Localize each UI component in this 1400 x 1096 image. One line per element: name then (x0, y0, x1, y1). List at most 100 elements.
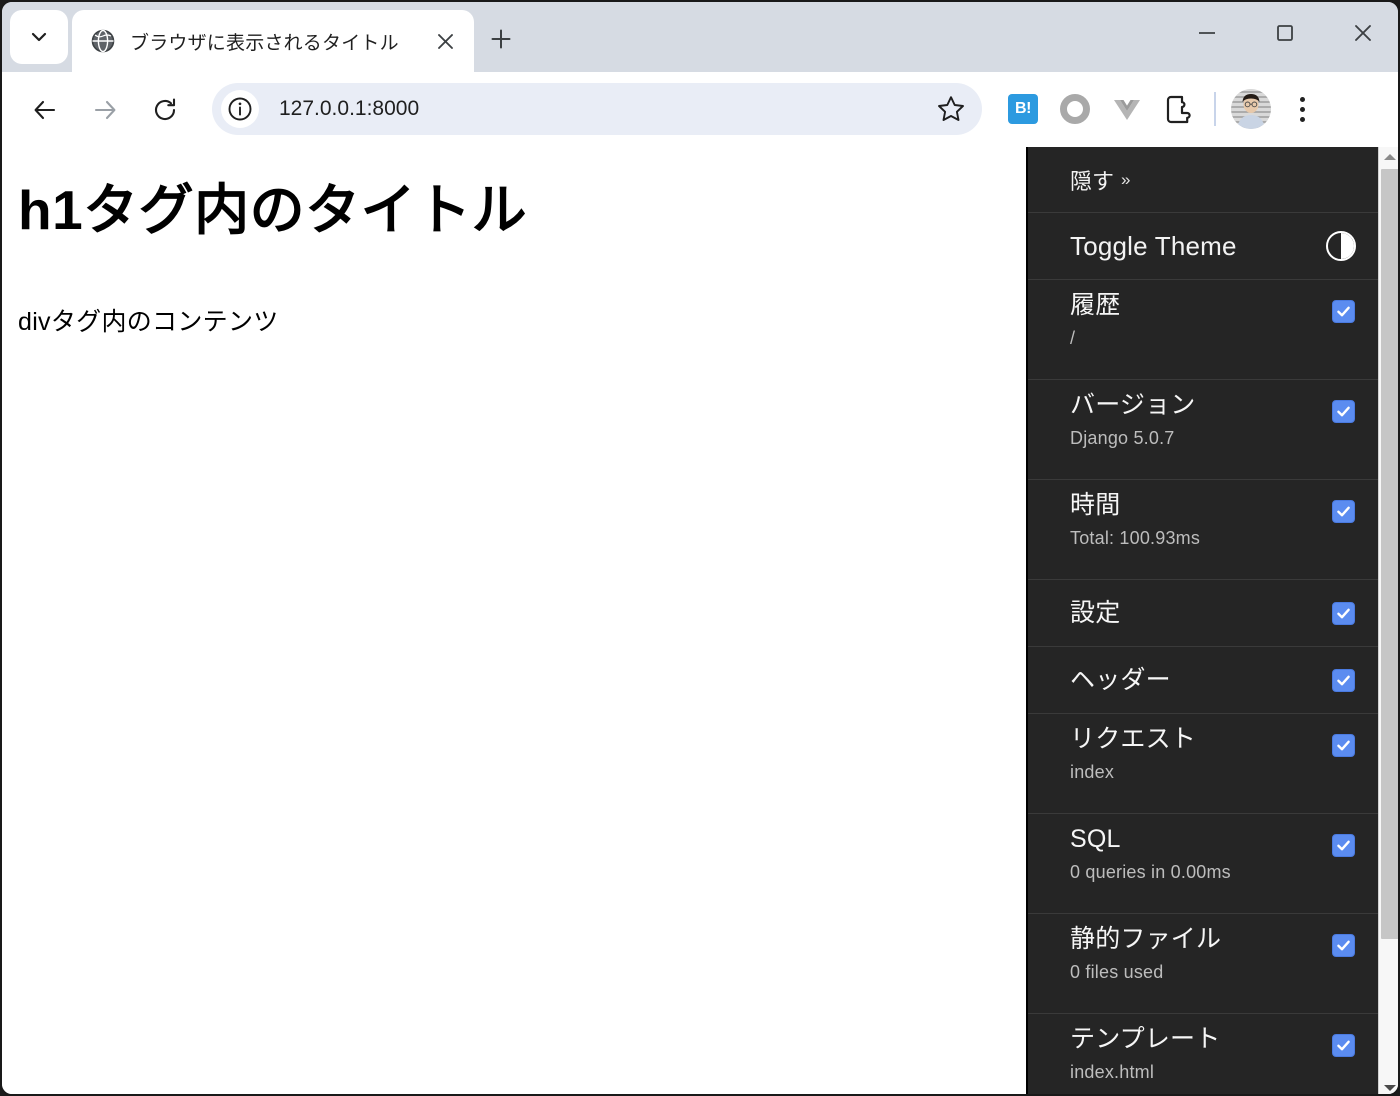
debug-panel-texts: 履歴 / (1070, 280, 1332, 379)
forward-button[interactable] (82, 87, 128, 133)
debug-panel-checkbox-wrap (1332, 814, 1356, 913)
circle-ring-icon (1060, 94, 1090, 124)
debug-panel-title: テンプレート (1070, 1025, 1221, 1053)
debug-panel-checkbox-wrap (1332, 580, 1356, 646)
minimize-button[interactable] (1168, 2, 1246, 64)
page-viewport: h1タグ内のタイトル divタグ内のコンテンツ 隠す » Toggle Them… (2, 147, 1398, 1094)
address-bar[interactable]: 127.0.0.1:8000 (212, 83, 982, 135)
toggle-theme-button[interactable]: Toggle Theme (1028, 213, 1378, 280)
debug-panel-title: ヘッダー (1070, 666, 1171, 695)
vue-devtools-extension[interactable] (1101, 83, 1153, 135)
debug-panel-texts: バージョン Django 5.0.7 (1070, 380, 1332, 479)
debug-panel-texts: 設定 (1070, 580, 1332, 646)
reload-button[interactable] (142, 87, 188, 133)
hide-label: 隠す (1070, 168, 1115, 194)
maximize-button[interactable] (1246, 2, 1324, 64)
debug-panel-checkbox-wrap (1332, 914, 1356, 1013)
page-body-text: divタグ内のコンテンツ (18, 308, 279, 337)
debug-panel-checkbox[interactable] (1332, 300, 1355, 323)
debug-panel-checkbox[interactable] (1332, 1034, 1355, 1057)
debug-panel-subtitle: 0 queries in 0.00ms (1070, 862, 1231, 883)
close-icon[interactable] (428, 24, 462, 58)
vue-v-icon (1114, 100, 1140, 120)
debug-panel-row[interactable]: バージョン Django 5.0.7 (1028, 380, 1378, 480)
debug-panel-row[interactable]: 履歴 / (1028, 280, 1378, 380)
new-tab-button[interactable] (480, 20, 522, 62)
debug-panel-checkbox[interactable] (1332, 934, 1355, 957)
tab-search-button[interactable] (10, 10, 68, 64)
menu-dot (1299, 96, 1305, 102)
debug-panel-subtitle: Django 5.0.7 (1070, 428, 1175, 449)
double-chevron-right-icon: » (1121, 169, 1131, 189)
debug-panel-row[interactable]: 設定 (1028, 580, 1378, 647)
site-info-icon[interactable] (221, 90, 259, 128)
extensions-puzzle-icon[interactable] (1153, 83, 1205, 135)
reload-icon (155, 97, 176, 120)
debug-panel-checkbox-wrap (1332, 280, 1356, 379)
circle-ring-extension[interactable] (1049, 83, 1101, 135)
bookmark-star-icon[interactable] (928, 86, 974, 132)
arrow-left-icon (34, 100, 56, 119)
close-window-icon (1355, 25, 1371, 41)
debug-panel-checkbox[interactable] (1332, 834, 1355, 857)
toggle-theme-label: Toggle Theme (1070, 230, 1237, 261)
debug-panel-checkbox[interactable] (1332, 601, 1355, 625)
maximize-icon (1277, 25, 1293, 41)
browser-window: ブラウザに表示されるタイトル 127.0.0.1:8000 B! h1タグ内のタ… (0, 0, 1400, 1096)
hatena-icon: B! (1008, 94, 1038, 124)
debug-panel-checkbox-wrap (1332, 1014, 1356, 1094)
debug-panel-checkbox-wrap (1332, 714, 1356, 813)
debug-panel-subtitle: Total: 100.93ms (1070, 528, 1201, 549)
debug-panel-texts: テンプレート index.html (1070, 1014, 1332, 1094)
debug-panel-subtitle: index (1070, 762, 1115, 783)
debug-panel-texts: 時間 Total: 100.93ms (1070, 480, 1332, 579)
chrome-menu-button[interactable] (1277, 84, 1327, 134)
close-window-button[interactable] (1324, 2, 1398, 64)
debug-panel-checkbox[interactable] (1332, 500, 1355, 523)
back-button[interactable] (22, 87, 68, 133)
minimize-icon (1199, 32, 1215, 34)
debug-panel-list: 履歴 / バージョン Django 5.0.7 時間 Total: 100.93ms 設定ヘ… (1028, 280, 1378, 1094)
debug-panel-subtitle: index.html (1070, 1062, 1155, 1083)
debug-panel-title: 設定 (1070, 599, 1121, 628)
debug-panel-subtitle: / (1070, 328, 1076, 349)
debug-panel-checkbox-wrap (1332, 380, 1356, 479)
debug-panel-title: 静的ファイル (1070, 925, 1222, 953)
debug-panel-title: 時間 (1070, 491, 1121, 519)
tab-strip: ブラウザに表示されるタイトル (2, 2, 1398, 72)
debug-panel-checkbox[interactable] (1332, 400, 1355, 423)
menu-dot (1299, 116, 1305, 122)
debug-panel-row[interactable]: テンプレート index.html (1028, 1014, 1378, 1094)
page-content: h1タグ内のタイトル divタグ内のコンテンツ (2, 147, 1026, 355)
debug-panel-title: バージョン (1070, 391, 1196, 419)
debug-panel-row[interactable]: リクエスト index (1028, 714, 1378, 814)
scroll-up-arrow[interactable] (1379, 147, 1398, 167)
url-text[interactable]: 127.0.0.1:8000 (279, 97, 928, 121)
debug-panel-row[interactable]: ヘッダー (1028, 647, 1378, 714)
debug-panel-row[interactable]: 時間 Total: 100.93ms (1028, 480, 1378, 580)
debug-toolbar-hide-button[interactable]: 隠す » (1028, 147, 1378, 213)
toolbar-divider (1214, 92, 1216, 126)
debug-panel-checkbox-wrap (1332, 647, 1356, 713)
django-debug-toolbar: 隠す » Toggle Theme 履歴 / バージョン Django 5.0.7 時間… (1026, 147, 1398, 1094)
browser-tab[interactable]: ブラウザに表示されるタイトル (72, 10, 474, 72)
debug-panel-title: リクエスト (1070, 725, 1197, 753)
page-scrollbar[interactable] (1378, 147, 1398, 1094)
profile-avatar[interactable] (1225, 83, 1277, 135)
debug-panel-row[interactable]: SQL 0 queries in 0.00ms (1028, 814, 1378, 914)
scrollbar-thumb[interactable] (1381, 169, 1398, 939)
hatena-bookmark-extension[interactable]: B! (997, 83, 1049, 135)
window-controls (1168, 2, 1398, 64)
chevron-down-icon (29, 27, 49, 47)
tab-title: ブラウザに表示されるタイトル (130, 32, 399, 54)
debug-panel-subtitle: 0 files used (1070, 962, 1164, 983)
debug-panel-texts: リクエスト index (1070, 714, 1332, 813)
debug-panel-checkbox[interactable] (1332, 734, 1355, 757)
debug-panel-row[interactable]: 静的ファイル 0 files used (1028, 914, 1378, 1014)
globe-icon (90, 28, 116, 54)
debug-panel-texts: SQL 0 queries in 0.00ms (1070, 814, 1332, 913)
extensions-area: B! (997, 83, 1327, 135)
debug-panel-checkbox[interactable] (1332, 668, 1355, 692)
debug-panel-texts: 静的ファイル 0 files used (1070, 914, 1332, 1013)
scroll-down-arrow[interactable] (1379, 1078, 1398, 1094)
